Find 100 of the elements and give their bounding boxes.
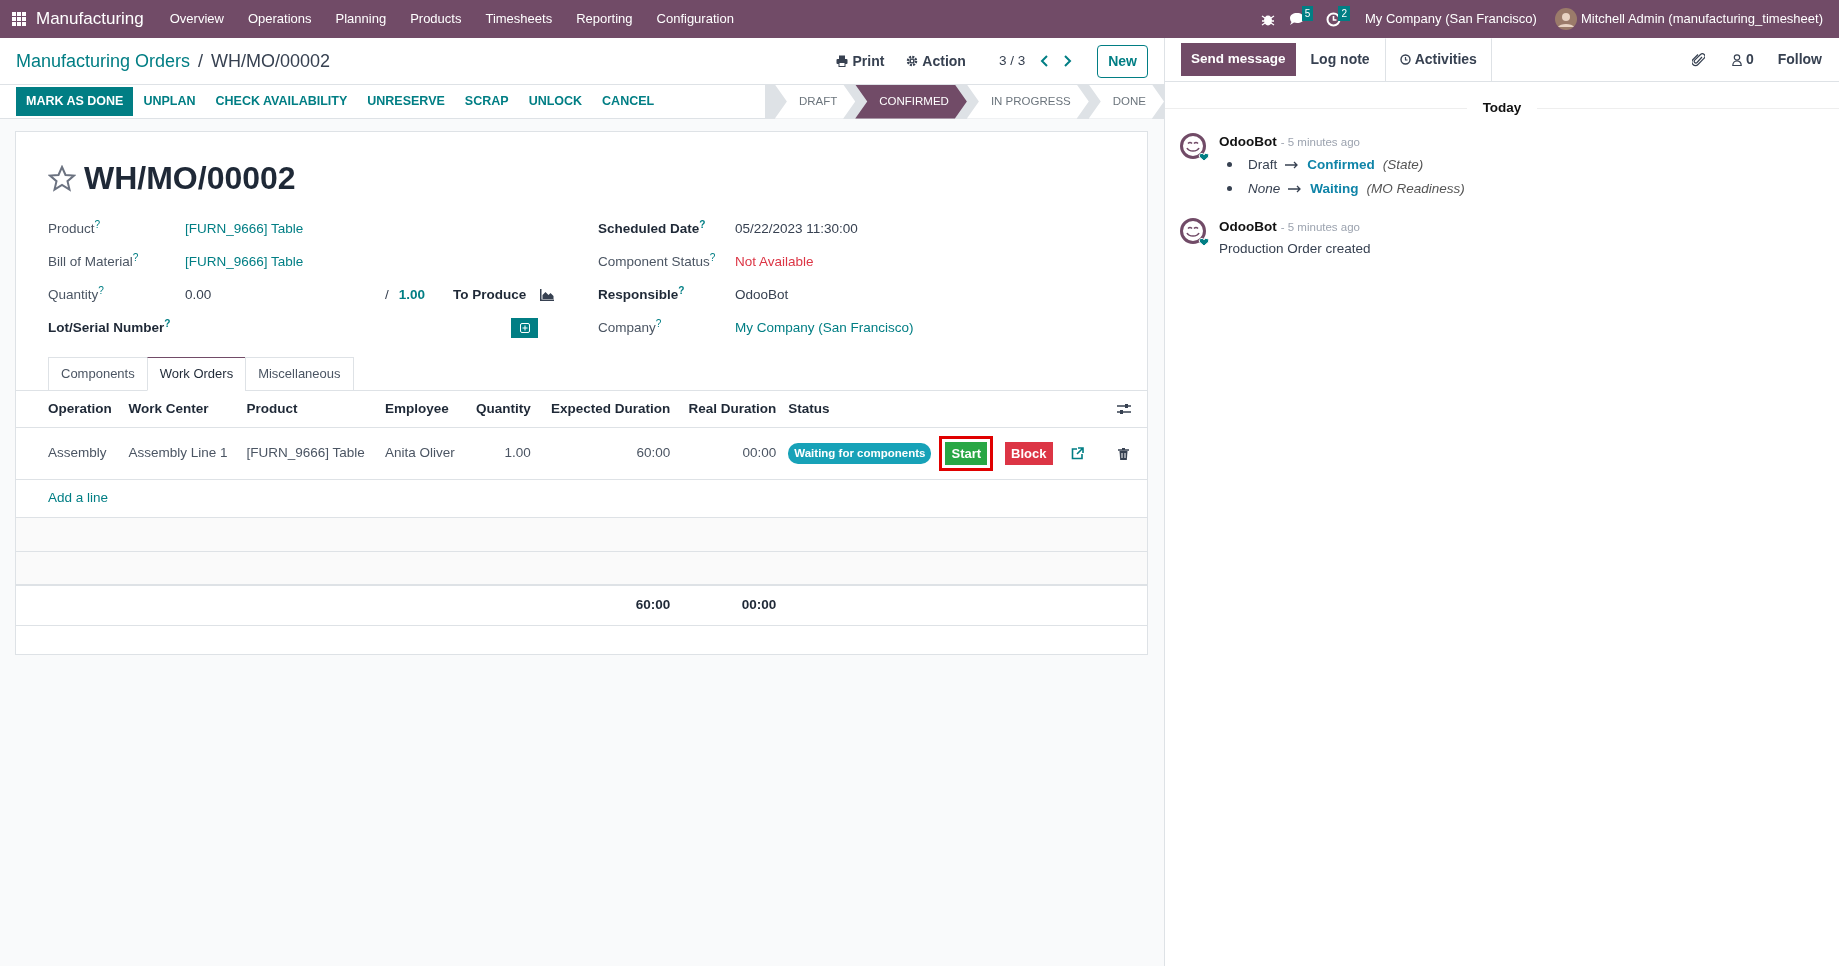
table-cell: Anita Oliver (378, 427, 466, 480)
form-tab[interactable]: Work Orders (146, 357, 247, 391)
field-link[interactable]: My Company (San Francisco) (735, 317, 1078, 339)
new-value: Waiting (1310, 179, 1359, 198)
table-cell: 60:00 (536, 427, 677, 480)
menu-item[interactable]: Planning (323, 9, 399, 29)
field-link[interactable]: [FURN_9666] Table (185, 218, 555, 240)
log-note-button[interactable]: Log note (1295, 42, 1385, 77)
total-cell: 60:00 (536, 585, 677, 625)
quantity-separator: / (385, 285, 389, 304)
arrow-right-icon (1285, 160, 1300, 169)
status-stage[interactable]: IN PROGRESS (966, 84, 1089, 119)
quantity-target: 1.00 (398, 285, 426, 304)
field-label: Quantity$^{?}$ (48, 284, 105, 304)
apps-menu-icon[interactable] (12, 12, 26, 26)
menu-item[interactable]: Operations (235, 9, 324, 29)
send-message-button[interactable]: Send message (1181, 43, 1296, 76)
menu-item[interactable]: Products (398, 9, 474, 29)
status-badge: Waiting for components (788, 442, 932, 465)
add-lot-button[interactable] (511, 318, 539, 338)
breadcrumb-separator: / (198, 49, 204, 73)
field-label: Company$^{?}$ (598, 317, 663, 337)
star-icon[interactable] (48, 164, 76, 192)
field-label: Responsible$^{?}$ (598, 284, 686, 304)
field-name: (MO Readiness) (1366, 179, 1465, 198)
paperclip-icon[interactable] (1691, 52, 1705, 67)
quantity-value: 0.00 (185, 285, 213, 304)
column-header: Status (782, 390, 1109, 428)
chat-icon[interactable] (1288, 12, 1305, 26)
field-label: Scheduled Date$^{?}$ (598, 218, 707, 238)
bullet-icon (1227, 162, 1232, 168)
chart-icon[interactable] (540, 289, 555, 301)
header-button[interactable]: MARK AS DONE (16, 87, 134, 116)
menu-item[interactable]: Configuration (644, 9, 746, 29)
message-author: OdooBot (1219, 134, 1277, 150)
column-header: Real Duration (676, 390, 783, 428)
breadcrumb-link[interactable]: Manufacturing Orders (16, 47, 191, 75)
table-cell: Assembly (42, 427, 123, 480)
total-cell: 00:00 (676, 585, 783, 625)
form-tab[interactable]: Miscellaneous (245, 357, 354, 391)
bullet-icon (1227, 186, 1232, 192)
form-tab[interactable]: Components (48, 357, 148, 391)
message-body: Production Order created (1219, 240, 1371, 259)
field-label: Lot/Serial Number$^{?}$ (48, 317, 172, 337)
print-button[interactable]: Print (827, 45, 894, 77)
menu-item[interactable]: Reporting (564, 9, 645, 29)
header-button[interactable]: SCRAP (454, 87, 519, 116)
column-settings-icon[interactable] (1117, 402, 1131, 415)
status-stage[interactable]: CONFIRMED (855, 84, 967, 119)
app-name[interactable]: Manufacturing (36, 6, 144, 32)
field-value: 05/22/2023 11:30:00 (735, 219, 859, 238)
user-menu[interactable]: Mitchell Admin (manufacturing_timesheet) (1580, 9, 1823, 29)
record-title: WH/MO/00002 (84, 159, 296, 198)
avatar-icon[interactable] (1554, 8, 1577, 30)
to-produce-label: To Produce (453, 285, 527, 304)
column-header: Product (240, 390, 379, 428)
followers-button[interactable]: 0 (1730, 48, 1755, 71)
table-cell: Assembly Line 1 (122, 427, 241, 480)
block-button[interactable]: Block (1005, 441, 1053, 466)
chevron-left-icon[interactable] (1039, 55, 1050, 67)
field-name: (State) (1382, 155, 1424, 174)
action-button[interactable]: Action (897, 45, 975, 77)
table-cell: [FURN_9666] Table (240, 427, 379, 480)
field-label: Bill of Material$^{?}$ (48, 251, 140, 271)
follow-button[interactable]: Follow (1776, 48, 1823, 71)
trash-icon[interactable] (1118, 447, 1129, 460)
chevron-right-icon[interactable] (1063, 55, 1074, 67)
new-button[interactable]: New (1097, 44, 1148, 78)
plus-square-icon (519, 323, 530, 333)
column-header: Employee (378, 390, 466, 428)
message-count-badge: 5 (1301, 5, 1314, 21)
gear-icon (906, 55, 919, 67)
header-button[interactable]: UNRESERVE (357, 87, 455, 116)
column-header: Work Center (122, 390, 241, 428)
column-header: Expected Duration (536, 390, 677, 428)
header-button[interactable]: UNLOCK (518, 87, 593, 116)
company-switcher[interactable]: My Company (San Francisco) (1353, 9, 1549, 29)
header-button[interactable]: CANCEL (592, 87, 665, 116)
status-value: Not Available (735, 252, 815, 271)
activities-button[interactable]: Activities (1384, 37, 1492, 82)
header-button[interactable]: CHECK AVAILABILITY (205, 87, 358, 116)
header-button[interactable]: UNPLAN (133, 87, 206, 116)
old-value: Draft (1248, 155, 1278, 174)
arrow-right-icon (1288, 184, 1303, 193)
status-stage[interactable]: DONE (1088, 84, 1164, 119)
field-label: Component Status$^{?}$ (598, 251, 717, 271)
field-link[interactable]: [FURN_9666] Table (185, 251, 555, 273)
external-link-icon[interactable] (1070, 447, 1084, 460)
add-line-link[interactable]: Add a line (48, 490, 109, 506)
new-value: Confirmed (1307, 155, 1375, 174)
column-header: Operation (42, 390, 123, 428)
menu-item[interactable]: Overview (157, 9, 236, 29)
user-icon (1731, 53, 1742, 66)
status-stage[interactable]: DRAFT (774, 84, 856, 119)
field-label: Product$^{?}$ (48, 218, 102, 238)
clock-icon[interactable] (1326, 11, 1342, 27)
message-author: OdooBot (1219, 219, 1277, 234)
table-cell: 00:00 (676, 427, 783, 480)
printer-icon (836, 55, 849, 67)
menu-item[interactable]: Timesheets (473, 9, 565, 29)
